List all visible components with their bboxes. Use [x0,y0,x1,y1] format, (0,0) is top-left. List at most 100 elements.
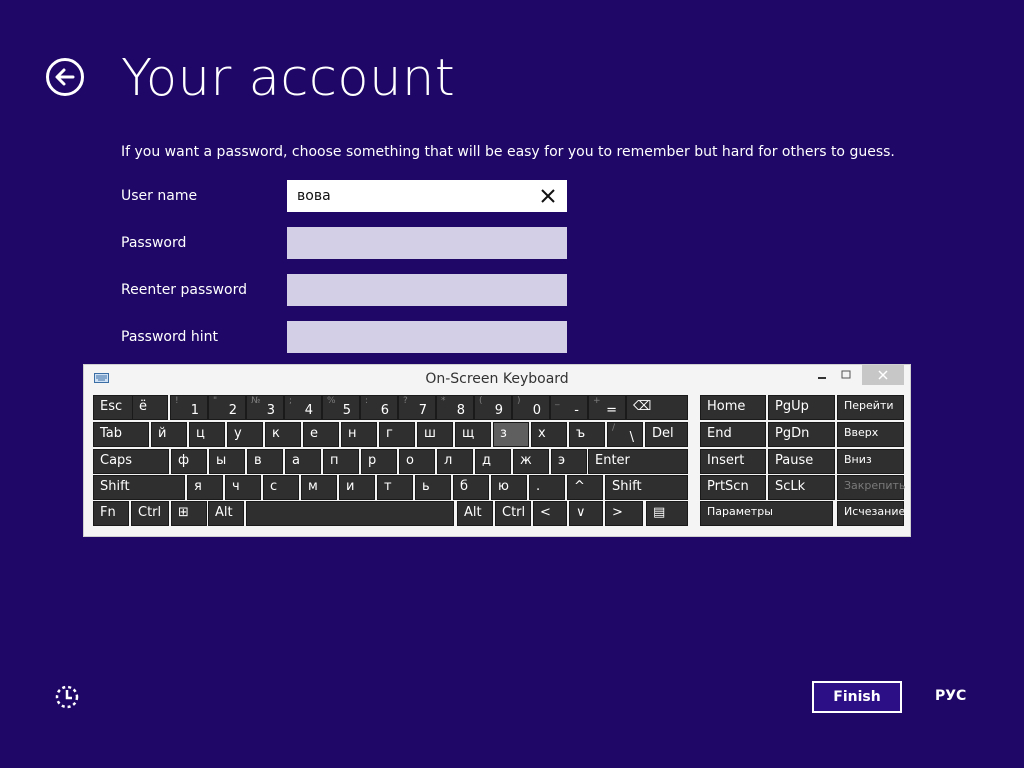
prtscn-key[interactable]: PrtScn [700,475,766,500]
end-key[interactable]: End [700,422,766,447]
key-number-row-8[interactable]: ? 7 [398,395,436,420]
key-bottom-row-9[interactable]: ю [491,475,527,500]
key-number-row-10[interactable]: (9 [474,395,512,420]
close-button[interactable] [862,365,904,385]
key-top-letter-row-9[interactable]: щ [455,422,491,447]
fade-key[interactable]: Исчезание [837,501,905,526]
username-field[interactable]: вова [287,180,567,212]
ctrl-key[interactable]: Ctrl [495,501,531,526]
key-home-row-5[interactable]: п [323,449,359,474]
caps-key[interactable]: Caps [93,449,169,474]
key-home-row-3[interactable]: в [247,449,283,474]
key-top-letter-row-8[interactable]: ш [417,422,453,447]
key-number-row-12[interactable]: _ - [550,395,588,420]
key-bottom-row-2[interactable]: ч [225,475,261,500]
key-bottom-row-1[interactable]: я [187,475,223,500]
windows-key[interactable]: ⊞ [171,501,207,526]
key-bottom-row-8[interactable]: б [453,475,489,500]
key-top-letter-row-12[interactable]: ъ [569,422,605,447]
up-key[interactable]: Вверх [837,422,904,447]
home-key[interactable]: Home [700,395,766,420]
key-number-row-4[interactable]: № 3 [246,395,284,420]
insert-key[interactable]: Insert [700,449,766,474]
key-home-row-2[interactable]: ы [209,449,245,474]
key-label: п [330,453,339,468]
back-button[interactable] [46,58,84,96]
key-top-letter-row-3[interactable]: у [227,422,263,447]
key-top-letter-row-5[interactable]: е [303,422,339,447]
pgdn-key[interactable]: PgDn [768,422,835,447]
enter-key[interactable]: Enter [588,449,688,474]
key-home-row-10[interactable]: ж [513,449,549,474]
key-bottom-row-5[interactable]: и [339,475,375,500]
osk-titlebar[interactable]: On-Screen Keyboard [84,365,910,393]
key-home-row-8[interactable]: л [437,449,473,474]
alt-key[interactable]: Alt [208,501,244,526]
menu-key[interactable]: ▤ [646,501,688,526]
key-top-letter-row-11[interactable]: х [531,422,567,447]
minimize-button[interactable] [812,365,832,385]
left-arrow-key[interactable]: < [533,501,567,526]
key-top-letter-row-6[interactable]: н [341,422,377,447]
up-arrow-key[interactable]: ^ [567,475,603,500]
space-key[interactable] [246,501,454,526]
key-home-row-11[interactable]: э [551,449,587,474]
key-number-row-5[interactable]: ; 4 [284,395,322,420]
key-bottom-row-3[interactable]: с [263,475,299,500]
key-home-row-7[interactable]: о [399,449,435,474]
key-home-row-4[interactable]: а [285,449,321,474]
key-number-row-6[interactable]: % 5 [322,395,360,420]
key-top-letter-row-13[interactable]: / \ [607,422,643,447]
key-label: Caps [100,453,133,468]
key-top-letter-row-1[interactable]: й [151,422,187,447]
down-key[interactable]: Вниз [837,449,904,474]
key-bottom-row-7[interactable]: ь [415,475,451,500]
key-top-letter-row-7[interactable]: г [379,422,415,447]
key-home-row-6[interactable]: р [361,449,397,474]
pgup-key[interactable]: PgUp [768,395,835,420]
ease-of-access-icon[interactable] [54,684,80,710]
key-number-row-9[interactable]: * 8 [436,395,474,420]
key-top-letter-row-10[interactable]: з [493,422,529,447]
down-arrow-key[interactable]: ∨ [569,501,603,526]
key-home-row-9[interactable]: д [475,449,511,474]
key-number-row-3[interactable]: " 2 [208,395,246,420]
key-number-row-2[interactable]: ! 1 [170,395,208,420]
key-top-letter-row-2[interactable]: ц [189,422,225,447]
language-indicator[interactable]: РУС [935,688,966,704]
key-number-row-7[interactable]: :6 [360,395,398,420]
backspace-key[interactable]: ⌫ [626,395,688,420]
options-key[interactable]: Параметры [700,501,833,526]
key-top-letter-row-4[interactable]: к [265,422,301,447]
pause-key[interactable]: Pause [768,449,835,474]
key-label: Home [707,399,746,414]
key-label: 1 [190,403,199,418]
key-bottom-row-6[interactable]: т [377,475,413,500]
minimize-icon [818,377,826,379]
key-label: э [558,453,566,468]
finish-button[interactable]: Finish [812,681,902,713]
key-bottom-row-4[interactable]: м [301,475,337,500]
dock-key[interactable]: Закрепить [837,475,905,500]
key-number-row-11[interactable]: ) 0 [512,395,550,420]
period-key[interactable]: . [529,475,565,500]
right-arrow-key[interactable]: > [605,501,643,526]
maximize-button[interactable] [836,365,856,385]
key-home-row-1[interactable]: ф [171,449,207,474]
key-label: я [194,479,202,494]
del-key[interactable]: Del [645,422,688,447]
password-hint-field[interactable] [287,321,567,353]
key-number-row-13[interactable]: + = [588,395,626,420]
go-key[interactable]: Перейти [837,395,904,420]
sclk-key[interactable]: ScLk [768,475,835,500]
shift-key[interactable]: Shift [93,475,185,500]
ctrl-key[interactable]: Ctrl [131,501,169,526]
key-number-row-1[interactable]: ё [132,395,168,420]
password-field[interactable] [287,227,567,259]
reenter-password-field[interactable] [287,274,567,306]
tab-key[interactable]: Tab [93,422,149,447]
alt-key[interactable]: Alt [457,501,493,526]
clear-icon[interactable] [539,187,557,205]
fn-key[interactable]: Fn [93,501,129,526]
shift-key[interactable]: Shift [605,475,688,500]
